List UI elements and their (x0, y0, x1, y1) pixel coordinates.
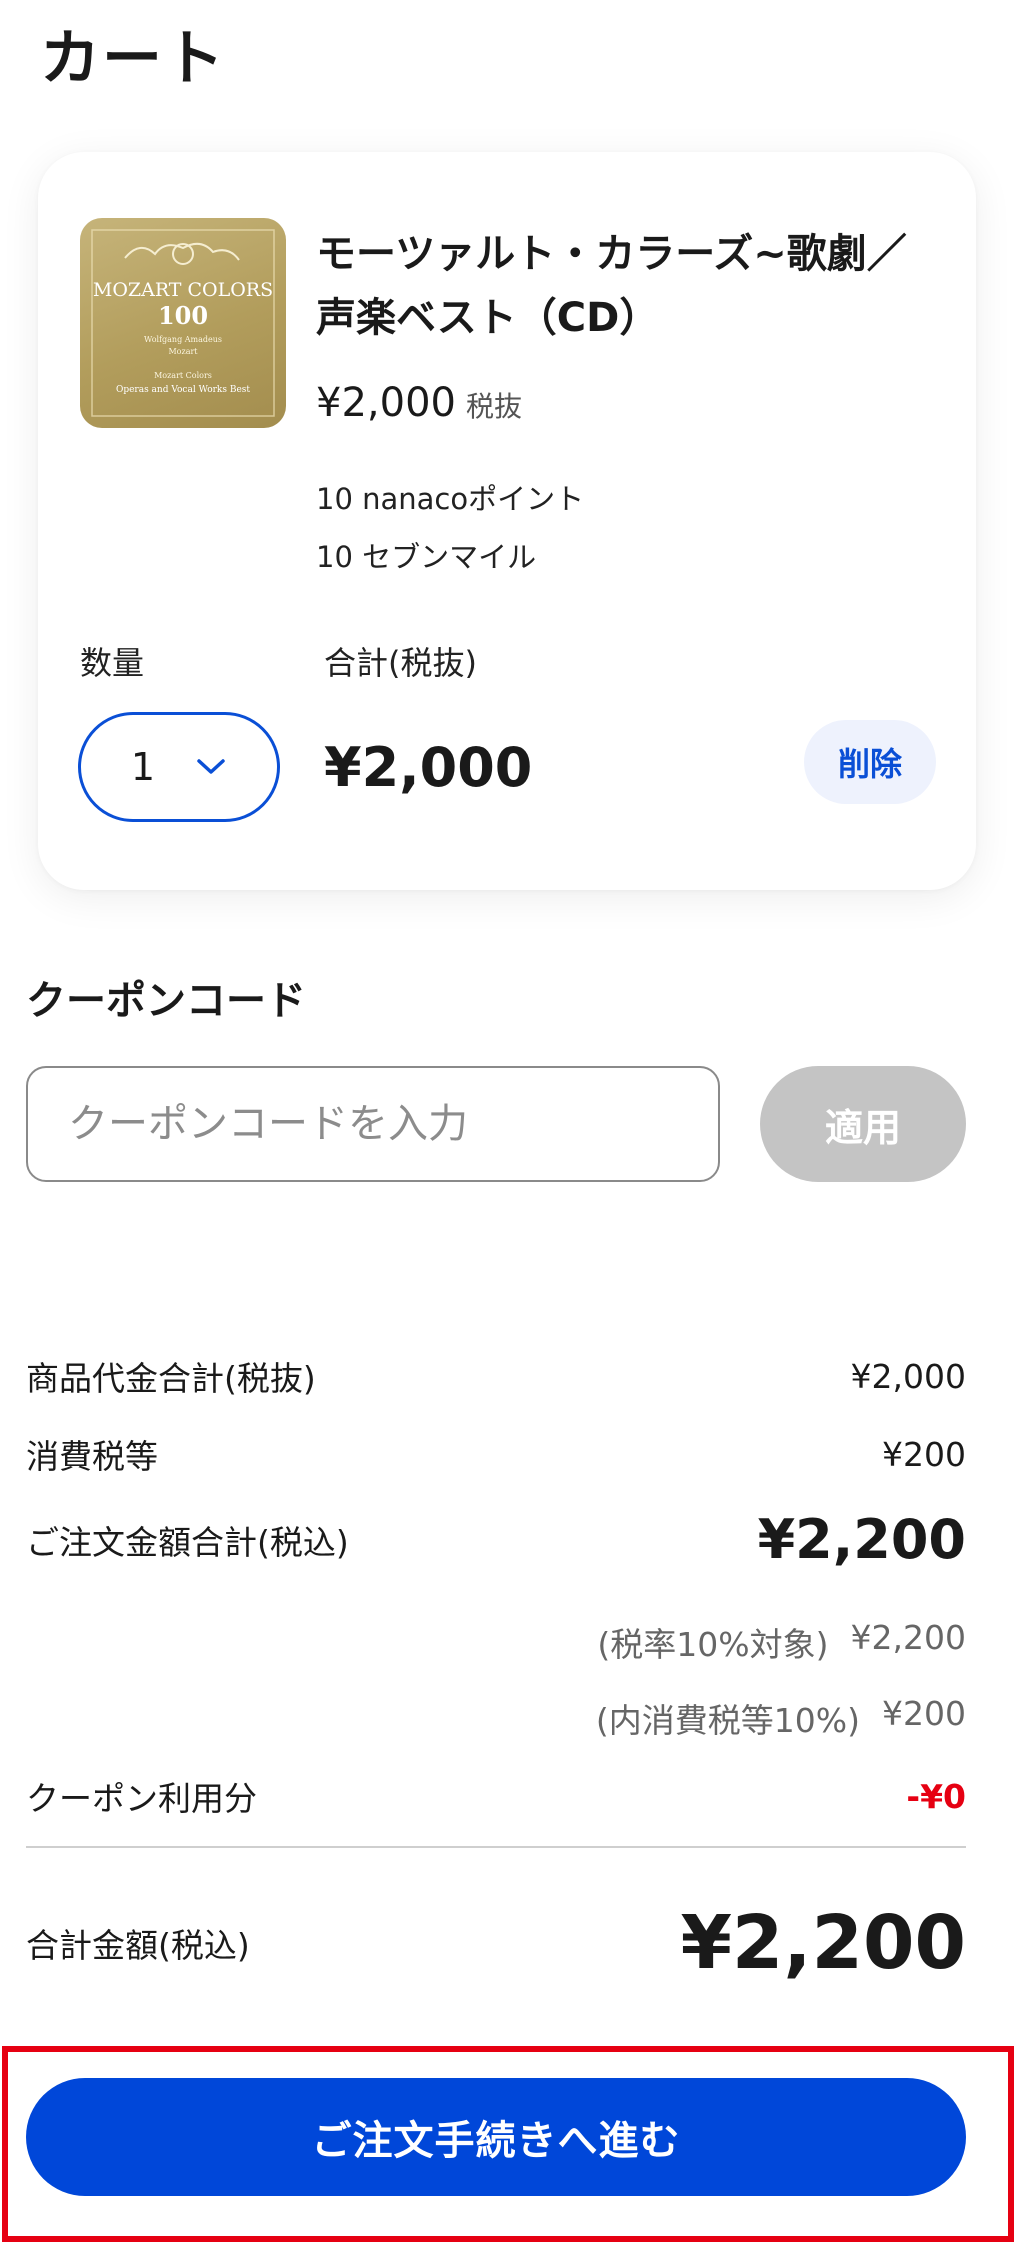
grand-total-value: ¥2,200 (680, 1900, 966, 1986)
tax-detail-value: ¥200 (882, 1694, 966, 1733)
summary-label: ご注文金額合計(税込) (26, 1522, 349, 1562)
summary-row-coupon: クーポン利用分 -¥0 (26, 1772, 966, 1820)
price-row: ¥2,000 税抜 (316, 380, 522, 426)
grand-total-label: 合計金額(税込) (26, 1926, 250, 1965)
line-total: ¥2,000 (324, 736, 533, 799)
quantity-select[interactable]: 1 (78, 712, 280, 822)
cover-number: 100 (158, 301, 208, 330)
page-title: カート (40, 24, 226, 94)
tax-detail-label: (税率10%対象) (597, 1625, 829, 1664)
quantity-value: 1 (130, 745, 156, 789)
price-tax-note: 税抜 (465, 390, 522, 423)
cover-subtitle: Mozart Colors (154, 371, 212, 380)
cart-page: カート MOZART COLORS 100 Wolfgang Amadeus M… (0, 0, 1018, 2246)
unit-price: ¥2,000 (316, 380, 456, 426)
coupon-title: クーポンコード (26, 978, 306, 1024)
cover-title: MOZART COLORS (93, 279, 273, 301)
tax-detail-row: (税率10%対象) ¥2,200 (597, 1618, 966, 1666)
summary-label: 商品代金合計(税抜) (26, 1359, 316, 1398)
summary-divider (26, 1846, 966, 1848)
coupon-code-input[interactable] (26, 1066, 720, 1182)
summary-value: ¥200 (882, 1434, 966, 1474)
reward-points: 10 nanacoポイント 10 セブンマイル (316, 470, 584, 586)
cover-composer-surname: Mozart (168, 347, 198, 356)
summary-value: ¥2,000 (850, 1356, 966, 1396)
proceed-to-checkout-button[interactable]: ご注文手続きへ進む (26, 2078, 966, 2196)
tax-detail-value: ¥2,200 (850, 1618, 966, 1657)
tax-detail-row: (内消費税等10%) ¥200 (596, 1694, 966, 1742)
coupon-discount-value: -¥0 (906, 1776, 966, 1816)
album-cover-image: MOZART COLORS 100 Wolfgang Amadeus Mozar… (91, 229, 275, 417)
apply-coupon-button[interactable]: 適用 (760, 1066, 966, 1182)
summary-row-subtotal: 商品代金合計(税抜) ¥2,000 (26, 1352, 966, 1400)
summary-value: ¥2,200 (757, 1508, 966, 1571)
quantity-label: 数量 (80, 644, 145, 682)
subtotal-label: 合計(税抜) (324, 644, 477, 682)
summary-row-tax: 消費税等 ¥200 (26, 1430, 966, 1478)
tax-detail-label: (内消費税等10%) (595, 1701, 861, 1740)
coupon-discount-label: クーポン利用分 (26, 1779, 257, 1818)
product-thumbnail[interactable]: MOZART COLORS 100 Wolfgang Amadeus Mozar… (80, 218, 286, 428)
chevron-down-icon (197, 759, 225, 774)
product-name[interactable]: モーツァルト・カラーズ~歌劇／声楽ベスト（CD） (316, 222, 936, 350)
nanaco-points: 10 nanacoポイント (316, 482, 585, 516)
cover-composer: Wolfgang Amadeus (144, 335, 222, 344)
delete-button[interactable]: 削除 (804, 720, 936, 804)
summary-label: 消費税等 (26, 1437, 158, 1476)
summary-row-order-total: ご注文金額合計(税込) ¥2,200 (26, 1508, 966, 1571)
grand-total-row: 合計金額(税込) ¥2,200 (26, 1900, 966, 1986)
cover-subtitle-2: Operas and Vocal Works Best (116, 385, 250, 395)
seven-miles: 10 セブンマイル (316, 540, 537, 574)
cart-item-card: MOZART COLORS 100 Wolfgang Amadeus Mozar… (38, 152, 976, 890)
